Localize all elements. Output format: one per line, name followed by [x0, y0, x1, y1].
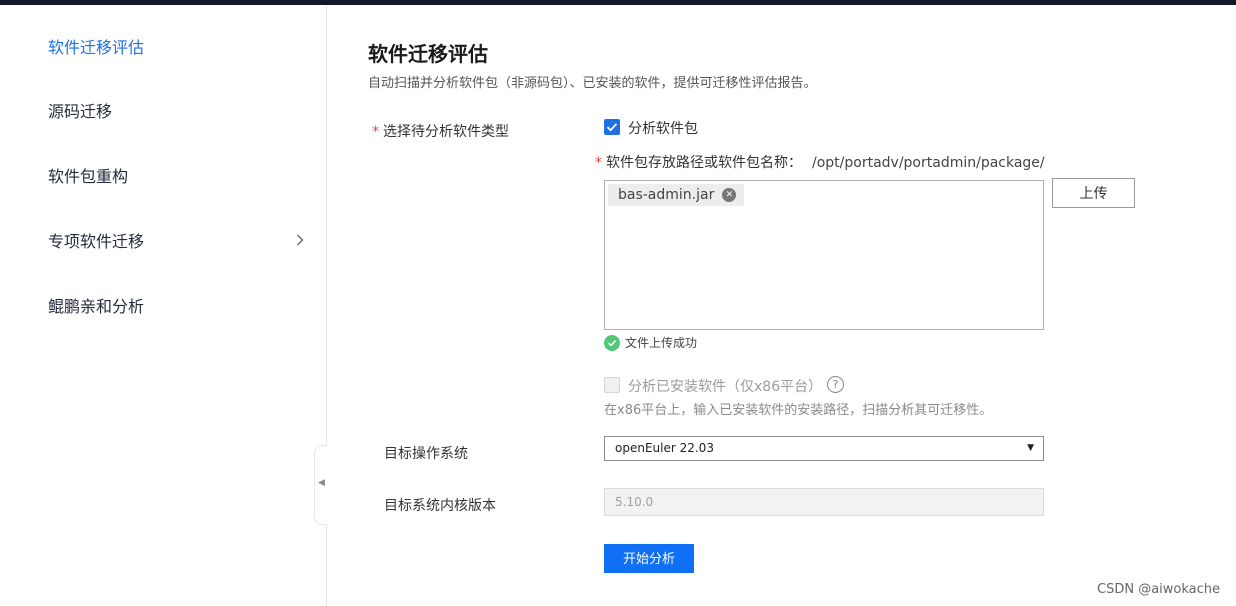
package-path-row: * 软件包存放路径或软件包名称： /opt/portadv/portadmin/pa…: [595, 152, 1045, 172]
analyze-package-checkbox[interactable]: [604, 119, 620, 135]
page-description: 自动扫描并分析软件包（非源码包）、已安装的软件，提供可迁移性评估报告。: [368, 76, 817, 91]
file-tag: bas-admin.jar ✕: [608, 184, 745, 206]
sidebar-collapse-handle[interactable]: ◀: [314, 445, 327, 525]
installed-hint: 在x86平台上，输入已安装软件的安装路径，扫描分析其可迁移性。: [604, 403, 993, 418]
software-type-label: * 选择待分析软件类型: [372, 124, 509, 140]
analyze-installed-label: 分析已安装软件（仅x86平台）: [628, 379, 823, 395]
required-mark: *: [372, 124, 379, 140]
help-icon[interactable]: ?: [827, 376, 844, 393]
start-analysis-button[interactable]: 开始分析: [604, 544, 694, 573]
target-os-label: 目标操作系统: [384, 446, 468, 462]
kernel-version-input: 5.10.0: [604, 488, 1044, 516]
chevron-left-icon: ◀: [318, 478, 325, 488]
analyze-installed-checkbox[interactable]: [604, 377, 620, 393]
main-content: 软件迁移评估 自动扫描并分析软件包（非源码包）、已安装的软件，提供可迁移性评估报…: [328, 5, 1236, 606]
sidebar-item-special-migration[interactable]: 专项软件迁移: [48, 230, 144, 254]
check-circle-icon: [604, 335, 620, 351]
sidebar-item-kunpeng-affinity[interactable]: 鲲鹏亲和分析: [48, 295, 144, 319]
page-title: 软件迁移评估: [368, 42, 488, 66]
required-mark: *: [595, 155, 602, 171]
package-path-value: /opt/portadv/portadmin/package/: [812, 155, 1045, 171]
file-tag-name: bas-admin.jar: [618, 187, 715, 203]
package-path-label: 软件包存放路径或软件包名称：: [606, 155, 802, 171]
target-os-value: openEuler 22.03: [615, 441, 714, 455]
kernel-version-label: 目标系统内核版本: [384, 498, 496, 514]
sidebar-item-software-assessment[interactable]: 软件迁移评估: [48, 36, 144, 60]
sidebar: 软件迁移评估 源码迁移 软件包重构 专项软件迁移 鲲鹏亲和分析 ◀: [0, 5, 327, 606]
watermark: CSDN @aiwokache: [1097, 582, 1221, 597]
sidebar-item-source-migration[interactable]: 源码迁移: [48, 100, 112, 124]
upload-status: 文件上传成功: [625, 336, 698, 350]
chevron-right-icon[interactable]: [296, 230, 308, 254]
close-icon[interactable]: ✕: [722, 188, 737, 202]
sidebar-item-package-rebuild[interactable]: 软件包重构: [48, 165, 128, 189]
package-input-box[interactable]: bas-admin.jar ✕: [604, 180, 1044, 330]
target-os-select[interactable]: openEuler 22.03 ▼: [604, 436, 1044, 461]
caret-down-icon: ▼: [1027, 443, 1034, 453]
upload-button[interactable]: 上传: [1052, 178, 1135, 208]
analyze-package-label[interactable]: 分析软件包: [628, 118, 698, 138]
